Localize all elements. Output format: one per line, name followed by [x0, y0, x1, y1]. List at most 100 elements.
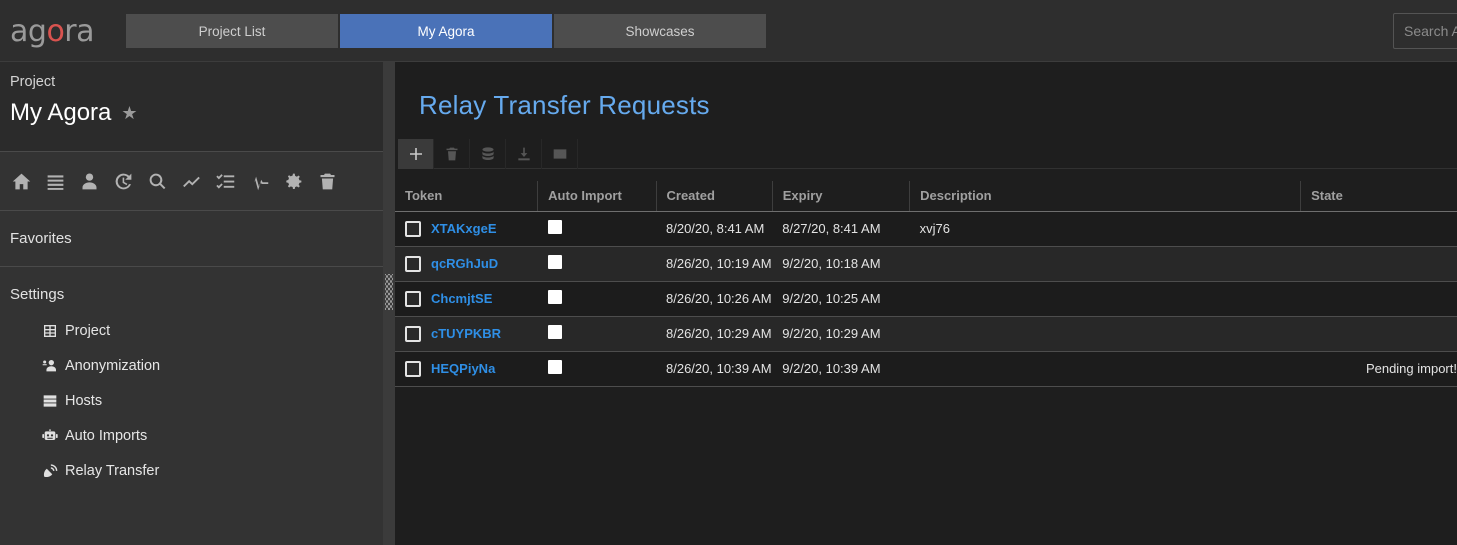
cell-state: Pending import! — [1300, 351, 1457, 387]
sidebar-splitter[interactable] — [383, 62, 395, 545]
list-icon[interactable] — [44, 170, 66, 192]
project-label: Project — [10, 74, 56, 90]
auto-import-checkbox[interactable] — [547, 325, 562, 339]
splitter-grip-icon[interactable] — [385, 274, 393, 310]
cell-token: cTUYPKBR — [395, 316, 538, 352]
tab-showcases[interactable]: Showcases — [554, 14, 766, 48]
trash-icon[interactable] — [316, 170, 338, 192]
sidebar-item-label: Auto Imports — [65, 427, 148, 444]
sidebar-item-project[interactable]: Project — [0, 313, 383, 348]
auto-import-checkbox[interactable] — [547, 360, 562, 374]
sidebar-item-anonymization[interactable]: Anonymization — [0, 348, 383, 383]
token-link[interactable]: ChcmjtSE — [431, 291, 492, 306]
sidebar-item-auto-imports[interactable]: Auto Imports — [0, 418, 383, 453]
agora-logo[interactable]: agora — [10, 14, 95, 49]
search-input[interactable]: Search A — [1393, 13, 1457, 49]
cell-created: 8/26/20, 10:19 AM — [656, 246, 773, 282]
search-icon[interactable] — [146, 170, 168, 192]
chart-line-icon[interactable] — [180, 170, 202, 192]
row-select-checkbox[interactable] — [405, 360, 421, 377]
top-bar: agora Project List My Agora Showcases Se… — [0, 0, 1457, 62]
row-select-checkbox[interactable] — [405, 255, 421, 272]
column-header-expiry[interactable]: Expiry — [772, 181, 911, 212]
favorites-title: Favorites — [10, 230, 72, 247]
add-button[interactable] — [398, 139, 434, 169]
gear-icon[interactable] — [282, 170, 304, 192]
cell-description: xvj76 — [909, 211, 1301, 247]
table-header-row: Token Auto Import Created Expiry Descrip… — [395, 181, 1457, 212]
cell-state — [1300, 281, 1457, 317]
row-select-checkbox[interactable] — [405, 325, 421, 342]
auto-import-checkbox[interactable] — [547, 220, 562, 234]
download-button[interactable] — [506, 139, 542, 169]
email-button[interactable] — [542, 139, 578, 169]
list-check-icon[interactable] — [214, 170, 236, 192]
cell-token: HEQPiyNa — [395, 351, 538, 387]
table-row[interactable]: cTUYPKBR 8/26/20, 10:29 AM 9/2/20, 10:29… — [395, 316, 1457, 352]
column-header-state[interactable]: State — [1300, 181, 1457, 212]
tab-my-agora[interactable]: My Agora — [340, 14, 552, 48]
table-row[interactable]: HEQPiyNa 8/26/20, 10:39 AM 9/2/20, 10:39… — [395, 351, 1457, 387]
sidebar-item-label: Anonymization — [65, 357, 161, 374]
table-row[interactable]: XTAKxgeE 8/20/20, 8:41 AM 8/27/20, 8:41 … — [395, 211, 1457, 247]
settings-section: Settings Project Anonymization Hosts Aut… — [0, 267, 383, 488]
cell-token: XTAKxgeE — [395, 211, 538, 247]
cell-state — [1300, 246, 1457, 282]
delete-button[interactable] — [434, 139, 470, 169]
sidebar-item-relay-transfer[interactable]: Relay Transfer — [0, 453, 383, 488]
logo-text-left: ag — [10, 14, 47, 49]
token-link[interactable]: cTUYPKBR — [431, 326, 501, 341]
token-link[interactable]: HEQPiyNa — [431, 361, 495, 376]
cell-created: 8/20/20, 8:41 AM — [656, 211, 773, 247]
cell-description — [909, 246, 1301, 282]
quick-action-icon-row — [0, 152, 383, 211]
table-toolbar — [398, 139, 1457, 169]
token-link[interactable]: qcRGhJuD — [431, 256, 498, 271]
cell-description — [909, 351, 1301, 387]
main-tabs: Project List My Agora Showcases — [126, 14, 766, 48]
cell-expiry: 9/2/20, 10:25 AM — [772, 281, 910, 317]
user-icon[interactable] — [78, 170, 100, 192]
column-header-description[interactable]: Description — [909, 181, 1302, 212]
token-link[interactable]: XTAKxgeE — [431, 221, 497, 236]
favorites-section: Favorites — [0, 211, 383, 267]
column-header-token[interactable]: Token — [395, 181, 539, 212]
column-header-created[interactable]: Created — [656, 181, 773, 212]
relay-transfer-table: Token Auto Import Created Expiry Descrip… — [395, 181, 1457, 387]
sidebar-item-label: Relay Transfer — [65, 462, 160, 479]
cell-description — [909, 316, 1301, 352]
cell-auto-import — [537, 351, 656, 387]
user-gear-icon — [41, 357, 58, 374]
cell-created: 8/26/20, 10:29 AM — [656, 316, 773, 352]
robot-icon — [41, 427, 58, 444]
main-content: Relay Transfer Requests Token Auto Impor… — [395, 62, 1457, 545]
auto-import-checkbox[interactable] — [547, 290, 562, 304]
satellite-dish-icon — [41, 462, 58, 479]
table-header: Token Auto Import Created Expiry Descrip… — [395, 181, 1457, 212]
tab-project-list[interactable]: Project List — [126, 14, 338, 48]
sidebar-item-hosts[interactable]: Hosts — [0, 383, 383, 418]
column-header-auto-import[interactable]: Auto Import — [537, 181, 657, 212]
row-select-checkbox[interactable] — [405, 220, 421, 237]
cell-auto-import — [537, 211, 656, 247]
table-body: XTAKxgeE 8/20/20, 8:41 AM 8/27/20, 8:41 … — [395, 211, 1457, 387]
cell-state — [1300, 316, 1457, 352]
cell-expiry: 9/2/20, 10:18 AM — [772, 246, 910, 282]
auto-import-checkbox[interactable] — [547, 255, 562, 269]
home-icon[interactable] — [10, 170, 32, 192]
cell-expiry: 9/2/20, 10:39 AM — [772, 351, 910, 387]
pulse-icon[interactable] — [248, 170, 270, 192]
table-cells-icon — [41, 322, 58, 339]
cell-state — [1300, 211, 1457, 247]
star-icon[interactable]: ★ — [121, 104, 137, 122]
database-button[interactable] — [470, 139, 506, 169]
cell-description — [909, 281, 1301, 317]
table-row[interactable]: ChcmjtSE 8/26/20, 10:26 AM 9/2/20, 10:25… — [395, 281, 1457, 317]
history-icon[interactable] — [112, 170, 134, 192]
row-select-checkbox[interactable] — [405, 290, 421, 307]
logo-text-accent: o — [46, 14, 65, 49]
cell-created: 8/26/20, 10:39 AM — [656, 351, 773, 387]
table-row[interactable]: qcRGhJuD 8/26/20, 10:19 AM 9/2/20, 10:18… — [395, 246, 1457, 282]
logo-text-right: ra — [64, 14, 95, 49]
project-name-row: My Agora ★ — [10, 99, 383, 127]
